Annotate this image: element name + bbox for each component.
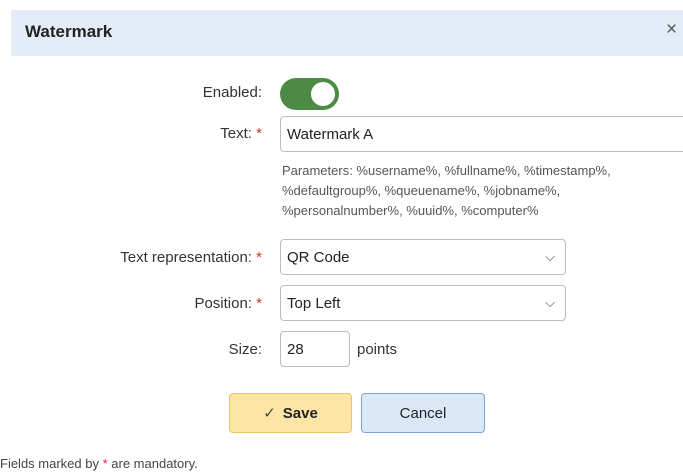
- save-button-label: Save: [282, 404, 318, 422]
- footer-text-after: are mandatory.: [107, 456, 198, 471]
- mandatory-fields-note: Fields marked by * are mandatory.: [0, 456, 198, 471]
- check-icon: ✓: [263, 405, 276, 422]
- required-marker: *: [256, 295, 262, 312]
- cancel-button-label: Cancel: [399, 404, 447, 422]
- size-unit-label: points: [357, 341, 398, 358]
- enabled-label-text: Enabled:: [202, 84, 262, 101]
- cancel-button[interactable]: Cancel: [361, 393, 485, 433]
- required-marker: *: [256, 125, 262, 142]
- representation-label: Text representation: *: [0, 249, 262, 266]
- close-icon[interactable]: ×: [666, 19, 677, 41]
- required-marker: *: [256, 249, 262, 266]
- size-input[interactable]: [280, 331, 350, 367]
- toggle-knob: [311, 82, 335, 106]
- text-label: Text: *: [0, 125, 262, 142]
- save-button[interactable]: ✓ Save: [229, 393, 352, 433]
- footer-text-before: Fields marked by: [0, 456, 103, 471]
- chevron-down-icon: ⌵: [545, 295, 555, 310]
- size-label-text: Size:: [228, 341, 262, 358]
- dialog-title: Watermark: [25, 22, 113, 41]
- parameters-help-text: Parameters: %username%, %fullname%, %tim…: [282, 163, 611, 218]
- chevron-down-icon: ⌵: [545, 249, 555, 264]
- watermark-text-input[interactable]: [280, 116, 683, 152]
- position-label-text: Position:: [194, 295, 252, 312]
- enabled-toggle[interactable]: [280, 78, 339, 110]
- representation-select[interactable]: QR Code ⌵: [280, 239, 566, 275]
- position-select[interactable]: Top Left ⌵: [280, 285, 566, 321]
- enabled-label: Enabled:: [0, 84, 262, 101]
- representation-selected-value: QR Code: [287, 248, 350, 266]
- text-label-text: Text:: [220, 125, 252, 142]
- dialog-header: Watermark ×: [11, 10, 683, 56]
- position-selected-value: Top Left: [287, 294, 341, 312]
- position-label: Position: *: [0, 295, 262, 312]
- representation-label-text: Text representation:: [120, 249, 252, 266]
- size-label: Size:: [0, 341, 262, 358]
